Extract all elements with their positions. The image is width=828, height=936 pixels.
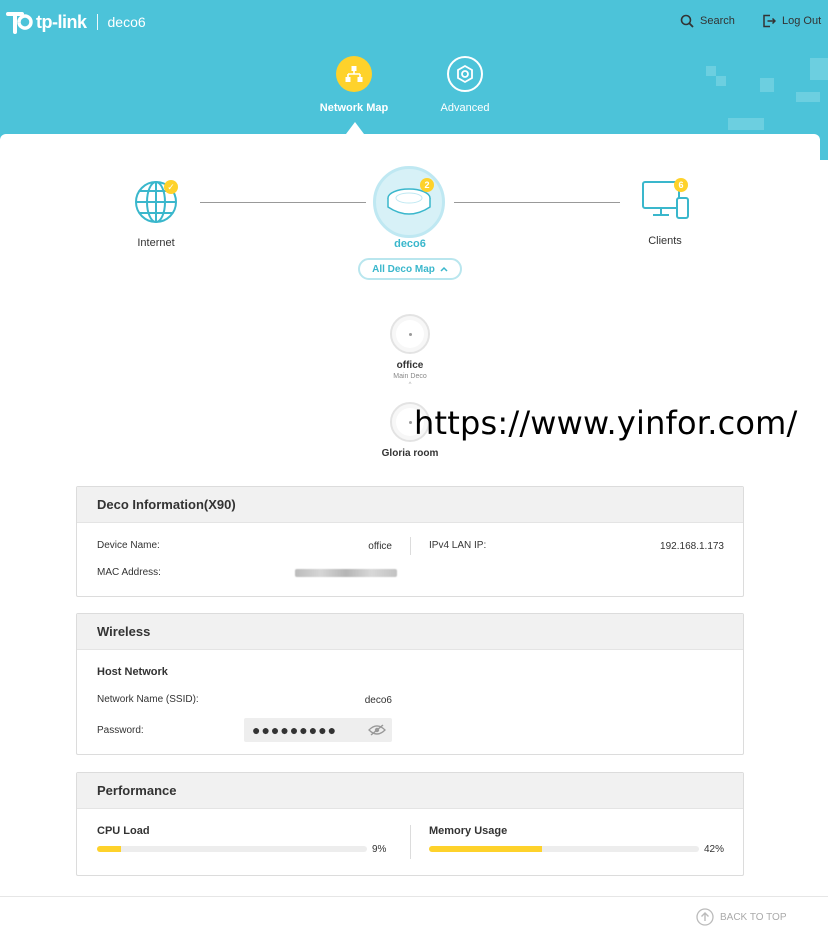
wireless-title: Wireless bbox=[77, 614, 743, 650]
footer-divider bbox=[0, 896, 828, 897]
column-divider bbox=[410, 825, 411, 859]
decor-square bbox=[810, 58, 828, 80]
internet-label: Internet bbox=[137, 237, 175, 249]
tab-advanced[interactable]: Advanced bbox=[415, 56, 515, 114]
network-map-icon bbox=[336, 56, 372, 92]
search-label: Search bbox=[700, 15, 735, 27]
password-value: ●●●●●●●●● bbox=[252, 722, 338, 738]
deco-main-node[interactable] bbox=[373, 166, 445, 238]
back-to-top-button[interactable]: BACK TO TOP bbox=[696, 908, 787, 926]
active-tab-indicator bbox=[346, 122, 364, 134]
brand-hostname: deco6 bbox=[107, 14, 146, 30]
memory-usage-label: Memory Usage bbox=[429, 825, 508, 837]
column-divider bbox=[410, 537, 411, 555]
chevron-up-icon bbox=[440, 266, 448, 272]
arrow-up-circle-icon bbox=[696, 908, 714, 926]
search-icon bbox=[680, 14, 694, 28]
deco-information-title: Deco Information(X90) bbox=[77, 487, 743, 523]
watermark-text: https://www.yinfor.com/ bbox=[414, 404, 798, 442]
search-button[interactable]: Search bbox=[680, 14, 735, 28]
sub-deco-name: Gloria room bbox=[381, 448, 439, 459]
internet-connected-check-icon: ✓ bbox=[164, 180, 178, 194]
sub-deco-name: office bbox=[396, 360, 424, 371]
logout-icon bbox=[763, 14, 776, 28]
decor-square bbox=[760, 78, 774, 92]
brand-name: tp-link bbox=[36, 11, 87, 32]
deco-small-icon bbox=[390, 314, 430, 354]
sub-deco-office[interactable]: office Main Deco ^ bbox=[370, 314, 450, 388]
advanced-gear-icon bbox=[447, 56, 483, 92]
memory-usage-bar-fill bbox=[429, 846, 543, 852]
host-network-heading: Host Network bbox=[97, 666, 168, 678]
performance-panel: Performance CPU Load 9% Memory Usage 42% bbox=[76, 772, 744, 876]
cpu-load-bar bbox=[97, 846, 367, 852]
memory-usage-bar bbox=[429, 846, 699, 852]
decor-square bbox=[796, 92, 820, 102]
tab-network-map-label: Network Map bbox=[319, 102, 389, 114]
device-name-label: Device Name: bbox=[97, 540, 160, 551]
ssid-label: Network Name (SSID): bbox=[97, 694, 199, 705]
tab-advanced-label: Advanced bbox=[440, 102, 490, 114]
password-label: Password: bbox=[97, 725, 144, 736]
tp-link-logo-icon bbox=[6, 12, 33, 34]
deco-information-panel: Deco Information(X90) Device Name: offic… bbox=[76, 486, 744, 597]
deco-main-label: deco6 bbox=[394, 238, 426, 250]
all-deco-map-button[interactable]: All Deco Map bbox=[358, 258, 462, 280]
decor-square bbox=[728, 118, 764, 130]
brand-separator bbox=[96, 14, 98, 30]
map-connector bbox=[454, 202, 620, 203]
cpu-load-label: CPU Load bbox=[97, 825, 150, 837]
clients-label: Clients bbox=[648, 235, 682, 247]
mac-address-label: MAC Address: bbox=[97, 567, 161, 578]
logout-button[interactable]: Log Out bbox=[762, 14, 821, 28]
ssid-value: deco6 bbox=[364, 695, 392, 706]
back-to-top-label: BACK TO TOP bbox=[720, 911, 787, 923]
clients-count-badge: 6 bbox=[674, 178, 688, 192]
mac-address-redacted bbox=[295, 569, 397, 577]
decor-square bbox=[706, 66, 716, 76]
password-field[interactable]: ●●●●●●●●● bbox=[244, 718, 392, 742]
tab-network-map[interactable]: Network Map bbox=[304, 56, 404, 114]
performance-title: Performance bbox=[77, 773, 743, 809]
map-connector bbox=[200, 202, 366, 203]
cpu-load-bar-fill bbox=[97, 846, 122, 852]
brand: tp-link deco6 bbox=[4, 8, 146, 36]
logout-label: Log Out bbox=[782, 15, 822, 27]
all-deco-map-label: All Deco Map bbox=[372, 263, 435, 275]
wireless-panel: Wireless Host Network Network Name (SSID… bbox=[76, 613, 744, 755]
decor-square bbox=[716, 76, 726, 86]
eye-hidden-icon[interactable] bbox=[368, 724, 386, 736]
cpu-load-percent: 9% bbox=[372, 844, 387, 855]
sub-deco-role: Main Deco bbox=[393, 373, 427, 380]
connector-caret-icon: ^ bbox=[408, 382, 412, 388]
device-name-value: office bbox=[368, 541, 392, 552]
memory-usage-percent: 42% bbox=[704, 844, 725, 855]
ipv4-label: IPv4 LAN IP: bbox=[429, 540, 487, 551]
ipv4-value: 192.168.1.173 bbox=[660, 541, 724, 552]
deco-count-badge: 2 bbox=[420, 178, 434, 192]
